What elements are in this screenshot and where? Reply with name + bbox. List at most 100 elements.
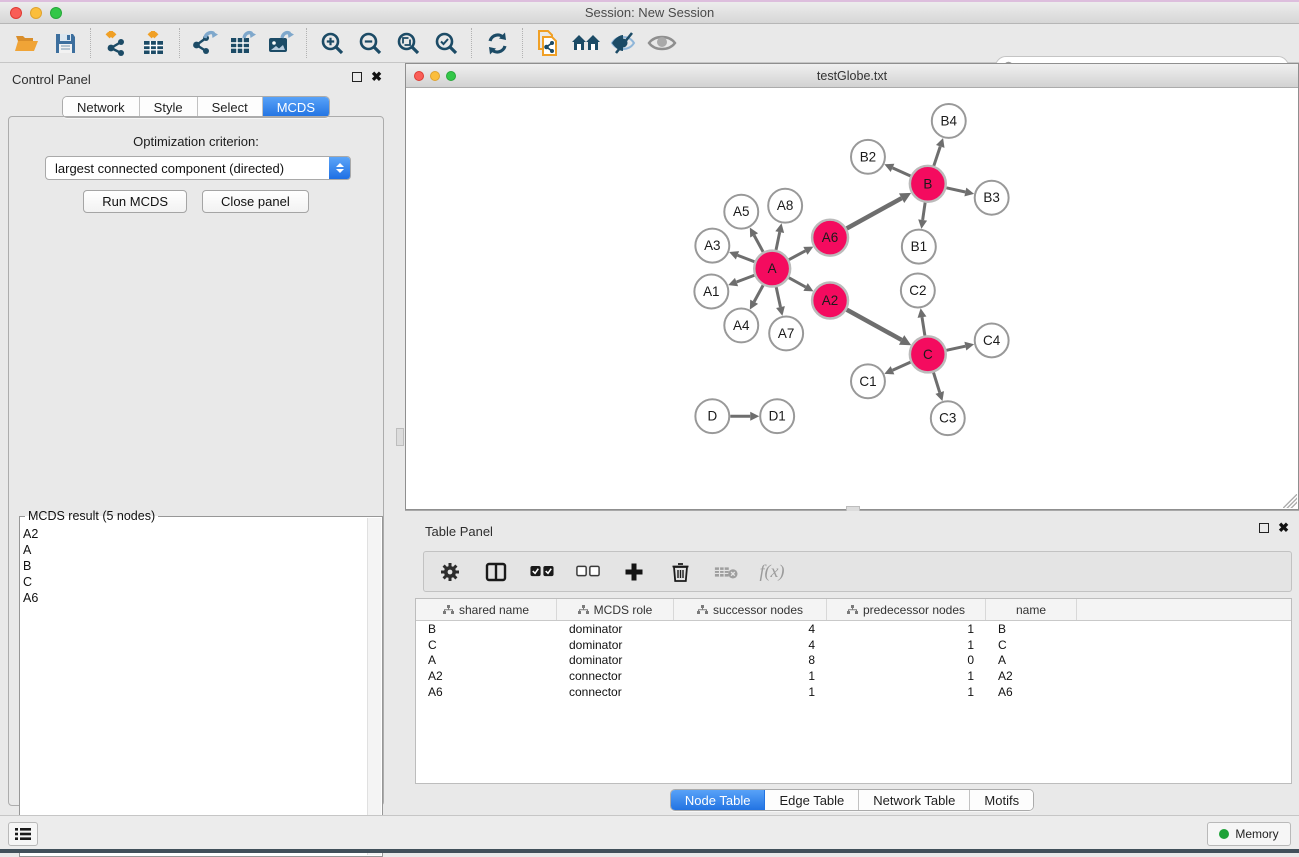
table-cell: A6 — [416, 685, 557, 699]
mcds-result-item[interactable]: A2 — [23, 526, 366, 542]
tab-motifs[interactable]: Motifs — [970, 790, 1033, 810]
resize-grip-icon[interactable] — [1283, 494, 1297, 508]
node-table: shared name MCDS role successor nodes prede… — [415, 598, 1292, 784]
control-panel-header: Control Panel ✖ — [0, 63, 392, 95]
column-header-name[interactable]: name — [986, 599, 1077, 620]
zoom-in-icon — [320, 31, 345, 56]
table-row[interactable]: Bdominator41B — [416, 621, 1291, 637]
column-header-shared-name[interactable]: shared name — [416, 599, 557, 620]
column-type-icon — [578, 605, 589, 615]
hide-panel-button[interactable] — [605, 26, 643, 60]
table-cell: 1 — [827, 685, 986, 699]
table-row[interactable]: Cdominator41C — [416, 637, 1291, 653]
import-network-button[interactable] — [97, 26, 135, 60]
toolbar-separator — [471, 28, 472, 58]
tab-mcds[interactable]: MCDS — [263, 97, 329, 117]
close-network-window-button[interactable] — [414, 71, 424, 81]
function-builder-button[interactable]: f(x) — [760, 560, 784, 584]
close-panel-icon[interactable]: ✖ — [371, 72, 382, 82]
close-table-panel-icon[interactable]: ✖ — [1278, 523, 1289, 533]
close-window-button[interactable] — [10, 7, 22, 19]
column-header-successor-nodes[interactable]: successor nodes — [674, 599, 827, 620]
table-cell: A — [986, 653, 1077, 667]
network-window-titlebar[interactable]: testGlobe.txt — [406, 64, 1298, 88]
tab-edge-table[interactable]: Edge Table — [765, 790, 859, 810]
status-bar: Memory — [0, 815, 1299, 849]
graph-node-label: D1 — [769, 409, 786, 424]
float-panel-icon[interactable] — [352, 72, 362, 82]
minimize-network-window-button[interactable] — [430, 71, 440, 81]
run-mcds-button[interactable]: Run MCDS — [83, 190, 187, 213]
list-icon — [15, 827, 31, 841]
export-table-button[interactable] — [224, 26, 262, 60]
tab-network[interactable]: Network — [63, 97, 140, 117]
graph-node-label: C — [923, 347, 933, 362]
export-image-button[interactable] — [262, 26, 300, 60]
import-table-button[interactable] — [135, 26, 173, 60]
close-panel-button[interactable]: Close panel — [202, 190, 309, 213]
zoom-fit-button[interactable] — [389, 26, 427, 60]
maximize-network-window-button[interactable] — [446, 71, 456, 81]
optimization-criterion-dropdown[interactable]: largest connected component (directed) — [45, 156, 351, 180]
zoom-out-button[interactable] — [351, 26, 389, 60]
tab-node-table[interactable]: Node Table — [671, 790, 766, 810]
export-network-button[interactable] — [186, 26, 224, 60]
table-cell: dominator — [557, 622, 674, 636]
toolbar-separator — [179, 28, 180, 58]
minimize-window-button[interactable] — [30, 7, 42, 19]
network-canvas[interactable]: B4B2BB3A5A8A6A3AB1A1C2A2A4A7C4CC1C3DD1 — [406, 88, 1298, 509]
table-row[interactable]: Adominator80A — [416, 653, 1291, 669]
column-type-icon — [443, 605, 454, 615]
mcds-tab-content: Optimization criterion: largest connecte… — [8, 116, 384, 806]
mcds-result-item[interactable]: A6 — [23, 590, 366, 606]
zoom-in-button[interactable] — [313, 26, 351, 60]
tab-network-table[interactable]: Network Table — [859, 790, 970, 810]
maximize-window-button[interactable] — [50, 7, 62, 19]
column-header-MCDS-role[interactable]: MCDS role — [557, 599, 674, 620]
graph-node-label: C3 — [939, 411, 956, 426]
table-panel-title: Table Panel — [425, 524, 493, 539]
table-cell: 1 — [827, 638, 986, 652]
delete-table-button[interactable] — [714, 560, 738, 584]
table-row[interactable]: A2connector11A2 — [416, 668, 1291, 684]
select-all-button[interactable] — [530, 560, 554, 584]
table-cell: B — [986, 622, 1077, 636]
mcds-result-scrollbar[interactable] — [367, 518, 381, 855]
window-title: Session: New Session — [0, 5, 1299, 20]
duplicate-network-button[interactable] — [529, 26, 567, 60]
tab-style[interactable]: Style — [140, 97, 198, 117]
table-cell: 1 — [674, 669, 827, 683]
show-panel-button[interactable] — [643, 26, 681, 60]
table-cell: dominator — [557, 638, 674, 652]
save-session-button[interactable] — [46, 26, 84, 60]
column-header-predecessor-nodes[interactable]: predecessor nodes — [827, 599, 986, 620]
refresh-button[interactable] — [478, 26, 516, 60]
task-history-button[interactable] — [8, 822, 38, 846]
mcds-result-item[interactable]: C — [23, 574, 366, 590]
open-file-button[interactable] — [8, 26, 46, 60]
mcds-result-item[interactable]: A — [23, 542, 366, 558]
column-header-label: MCDS role — [594, 603, 653, 617]
zoom-selected-button[interactable] — [427, 26, 465, 60]
table-cell: C — [416, 638, 557, 652]
table-cell: A6 — [986, 685, 1077, 699]
column-header-label: successor nodes — [713, 603, 803, 617]
mcds-result-box: MCDS result (5 nodes) A2ABCA6 — [19, 516, 383, 857]
home-button[interactable] — [567, 26, 605, 60]
import-network-icon — [103, 30, 129, 56]
deselect-all-button[interactable] — [576, 560, 600, 584]
table-row[interactable]: A6connector11A6 — [416, 684, 1291, 700]
main-titlebar: Session: New Session — [0, 2, 1299, 24]
mcds-result-item[interactable]: B — [23, 558, 366, 574]
tab-select[interactable]: Select — [198, 97, 263, 117]
toolbar-separator — [306, 28, 307, 58]
table-settings-button[interactable] — [438, 560, 462, 584]
vertical-splitter-handle[interactable] — [396, 428, 404, 446]
memory-button[interactable]: Memory — [1207, 822, 1291, 846]
add-column-button[interactable] — [622, 560, 646, 584]
delete-column-button[interactable] — [668, 560, 692, 584]
graph-node-label: C2 — [909, 283, 926, 298]
show-column-button[interactable] — [484, 560, 508, 584]
float-table-panel-icon[interactable] — [1259, 523, 1269, 533]
graph-node-label: B1 — [911, 239, 927, 254]
